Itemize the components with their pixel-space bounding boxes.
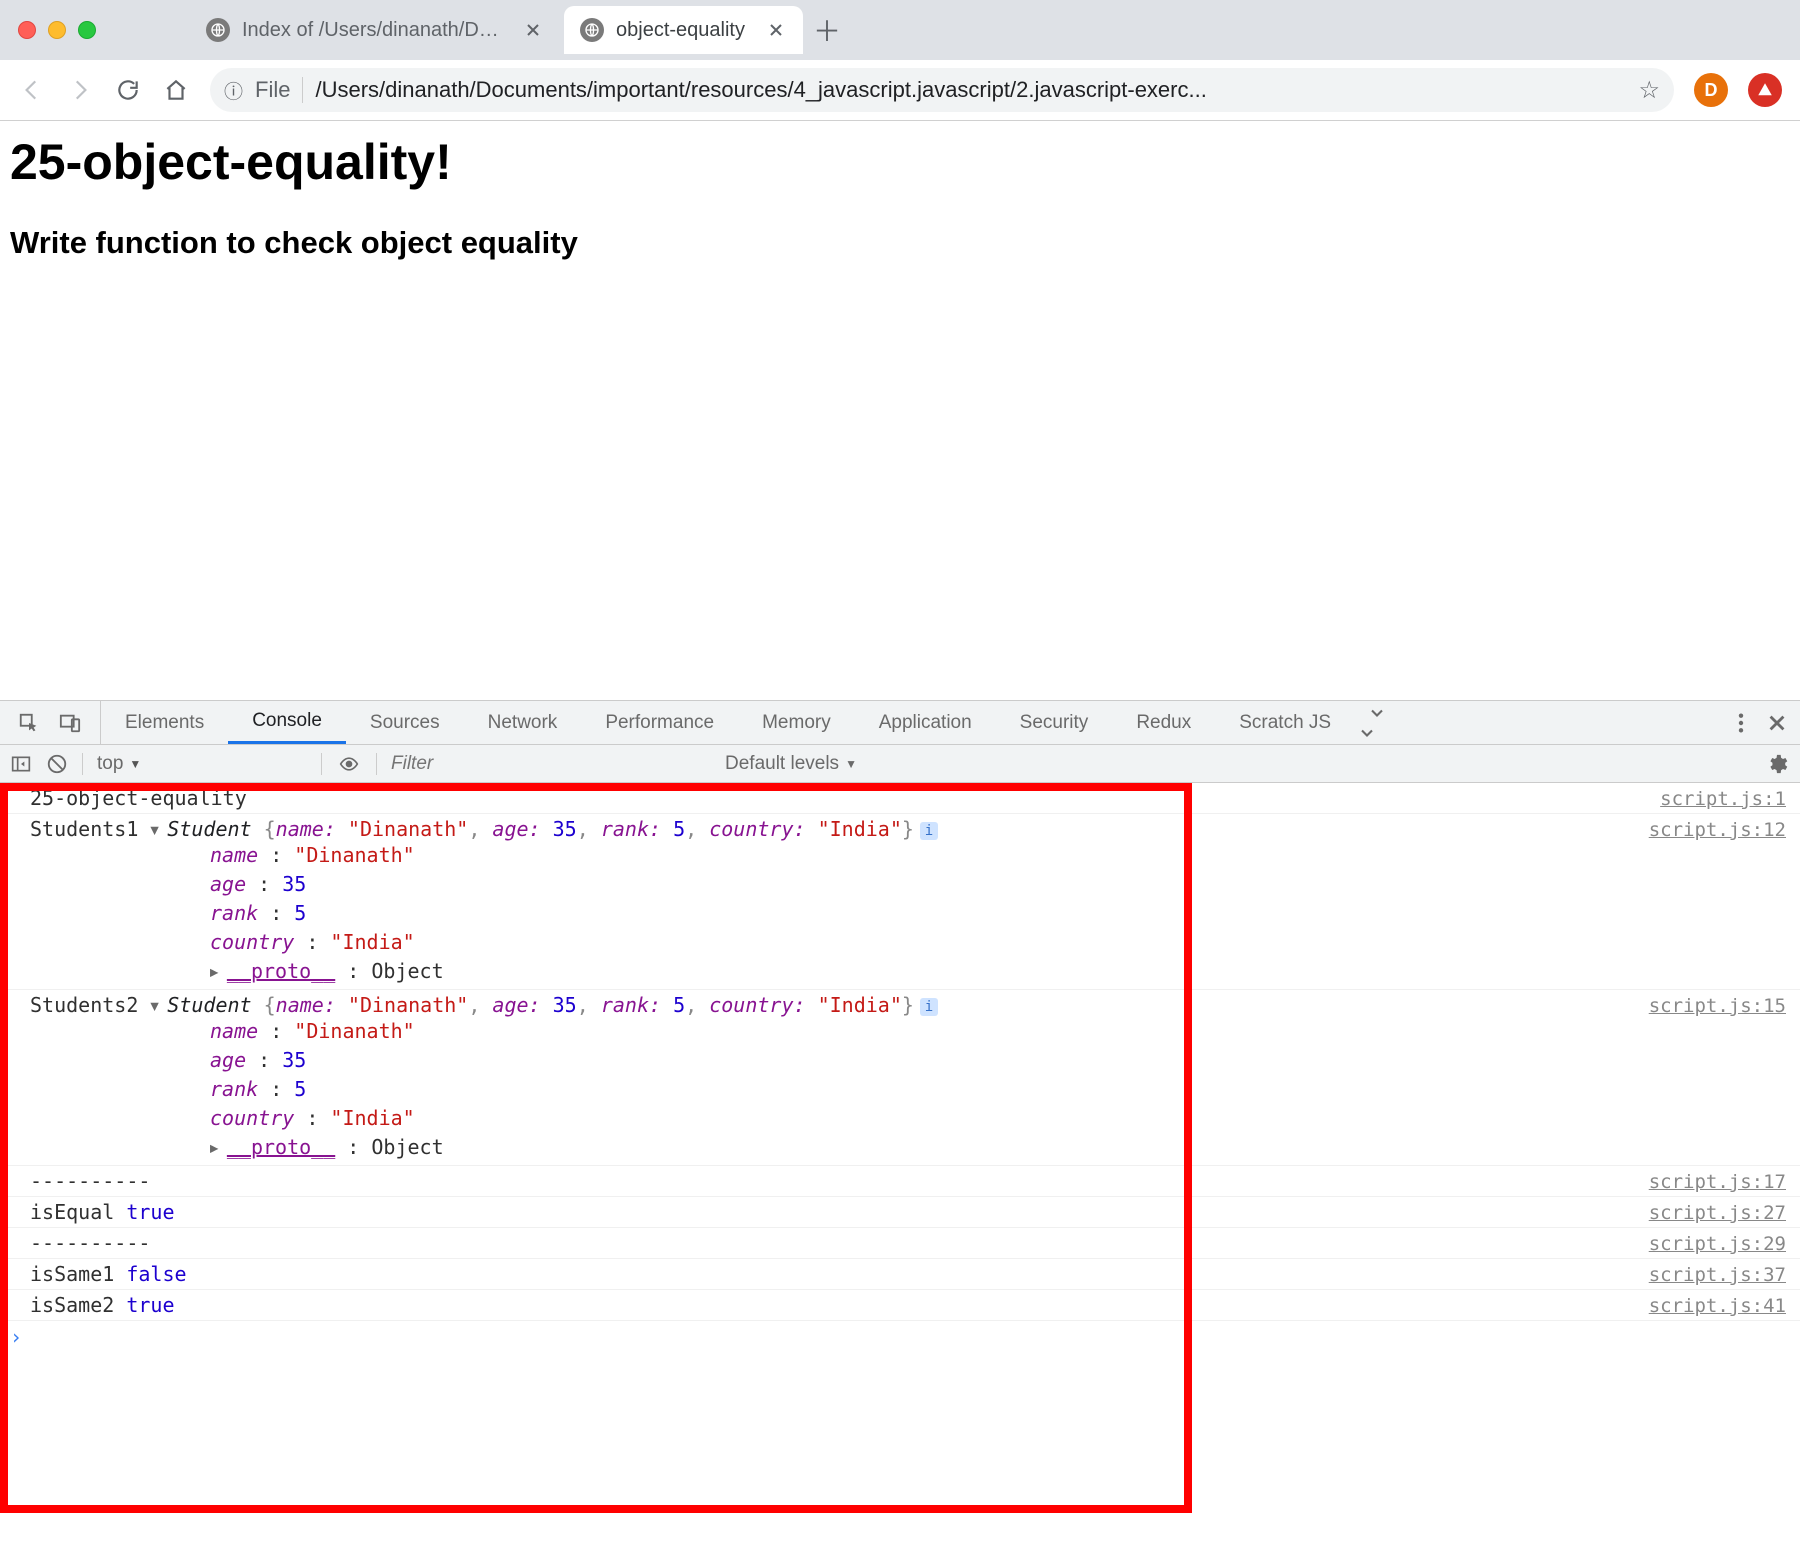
console-source-link[interactable]: script.js:1 <box>1660 786 1786 810</box>
console-row: ----------script.js:29 <box>0 1228 1800 1259</box>
console-row: isSame1 falsescript.js:37 <box>0 1259 1800 1290</box>
url-scheme: File <box>255 77 290 103</box>
devtools-tab-memory[interactable]: Memory <box>738 701 855 744</box>
console-row: ----------script.js:17 <box>0 1166 1800 1197</box>
console-context-value: top <box>97 753 123 775</box>
tab-favicon-globe-icon <box>206 18 230 42</box>
devtools-tabbar: ElementsConsoleSourcesNetworkPerformance… <box>0 701 1800 745</box>
devtools-tab-network[interactable]: Network <box>464 701 582 744</box>
devtools-tab-scratch-js[interactable]: Scratch JS <box>1215 701 1355 744</box>
tab-favicon-globe-icon <box>580 18 604 42</box>
bookmark-star-icon[interactable]: ☆ <box>1638 76 1660 105</box>
devtools-tab-security[interactable]: Security <box>996 701 1113 744</box>
dropdown-icon: ▼ <box>845 757 857 771</box>
console-message: ---------- <box>30 1169 1649 1193</box>
tab-title: object-equality <box>616 19 745 42</box>
console-source-link[interactable]: script.js:29 <box>1649 1231 1786 1255</box>
console-sidebar-toggle-icon[interactable] <box>10 754 32 774</box>
console-message: ---------- <box>30 1231 1649 1255</box>
console-source-link[interactable]: script.js:12 <box>1649 817 1786 841</box>
info-badge-icon[interactable]: i <box>920 998 938 1016</box>
console-message: isSame1 false <box>30 1262 1649 1286</box>
live-expression-icon[interactable] <box>336 754 362 774</box>
console-row: isSame2 truescript.js:41 <box>0 1290 1800 1321</box>
console-toolbar: top ▼ Default levels ▼ <box>0 745 1800 783</box>
avatar-initial: D <box>1705 80 1718 101</box>
console-message: Students2 ▼ Student {name: "Dinanath", a… <box>30 993 1649 1162</box>
console-message: isEqual true <box>30 1200 1649 1224</box>
console-source-link[interactable]: script.js:41 <box>1649 1293 1786 1317</box>
tab-0[interactable]: Index of /Users/dinanath/Docum <box>190 6 560 54</box>
console-row: Students2 ▼ Student {name: "Dinanath", a… <box>0 990 1800 1166</box>
address-bar[interactable]: ⓘ File /Users/dinanath/Documents/importa… <box>210 68 1674 112</box>
devtools-tab-performance[interactable]: Performance <box>581 701 738 744</box>
window-minimize[interactable] <box>48 21 66 39</box>
console-source-link[interactable]: script.js:15 <box>1649 993 1786 1017</box>
window-controls <box>18 21 96 39</box>
extension-badge-icon[interactable] <box>1748 73 1782 107</box>
new-tab-button[interactable]: ＋ <box>807 10 847 50</box>
site-info-icon[interactable]: ⓘ <box>224 77 243 104</box>
devtools-tab-application[interactable]: Application <box>855 701 996 744</box>
console-levels-label: Default levels <box>725 753 839 775</box>
url-path: /Users/dinanath/Documents/important/reso… <box>315 77 1626 103</box>
console-row: Students1 ▼ Student {name: "Dinanath", a… <box>0 814 1800 990</box>
devtools-overflow-icon[interactable] <box>1355 703 1399 743</box>
console-message: isSame2 true <box>30 1293 1649 1317</box>
browser-chrome: Index of /Users/dinanath/Docum object-eq… <box>0 0 1800 121</box>
clear-console-icon[interactable] <box>46 753 68 775</box>
console-row: isEqual truescript.js:27 <box>0 1197 1800 1228</box>
tab-title: Index of /Users/dinanath/Docum <box>242 19 502 42</box>
dropdown-icon: ▼ <box>129 757 141 771</box>
window-zoom[interactable] <box>78 21 96 39</box>
console-settings-icon[interactable] <box>1766 753 1800 775</box>
profile-avatar[interactable]: D <box>1694 73 1728 107</box>
console-filter-input[interactable] <box>391 753 711 775</box>
devtools-menu-icon[interactable] <box>1738 712 1744 734</box>
reload-icon[interactable] <box>114 76 142 104</box>
console-source-link[interactable]: script.js:27 <box>1649 1200 1786 1224</box>
tab-1[interactable]: object-equality <box>564 6 803 54</box>
devtools-close-icon[interactable] <box>1768 714 1786 732</box>
devtools-tab-console[interactable]: Console <box>228 701 346 744</box>
console-message: Students1 ▼ Student {name: "Dinanath", a… <box>30 817 1649 986</box>
device-toggle-icon[interactable] <box>58 712 82 734</box>
devtools-tab-elements[interactable]: Elements <box>101 701 228 744</box>
forward-icon[interactable] <box>66 76 94 104</box>
devtools-panel: ElementsConsoleSourcesNetworkPerformance… <box>0 700 1800 1550</box>
console-context-selector[interactable]: top ▼ <box>97 753 307 775</box>
console-prompt[interactable]: › <box>0 1321 1800 1349</box>
toolbar: ⓘ File /Users/dinanath/Documents/importa… <box>0 60 1800 120</box>
page-title: 25-object-equality! <box>10 133 1790 191</box>
page-content: 25-object-equality! Write function to ch… <box>0 121 1800 261</box>
tab-strip: Index of /Users/dinanath/Docum object-eq… <box>0 0 1800 60</box>
devtools-tab-redux[interactable]: Redux <box>1112 701 1215 744</box>
back-icon[interactable] <box>18 76 46 104</box>
console-source-link[interactable]: script.js:17 <box>1649 1169 1786 1193</box>
tab-close-icon[interactable] <box>765 19 787 41</box>
url-separator <box>302 77 303 103</box>
tab-close-icon[interactable] <box>522 19 544 41</box>
inspect-element-icon[interactable] <box>18 712 40 734</box>
devtools-tab-sources[interactable]: Sources <box>346 701 464 744</box>
info-badge-icon[interactable]: i <box>920 822 938 840</box>
window-close[interactable] <box>18 21 36 39</box>
console-output: 25-object-equalityscript.js:1Students1 ▼… <box>0 783 1800 1550</box>
page-subtitle: Write function to check object equality <box>10 225 1790 261</box>
console-message: 25-object-equality <box>30 786 1660 810</box>
console-source-link[interactable]: script.js:37 <box>1649 1262 1786 1286</box>
home-icon[interactable] <box>162 76 190 104</box>
console-levels-selector[interactable]: Default levels ▼ <box>725 753 857 775</box>
console-row: 25-object-equalityscript.js:1 <box>0 783 1800 814</box>
